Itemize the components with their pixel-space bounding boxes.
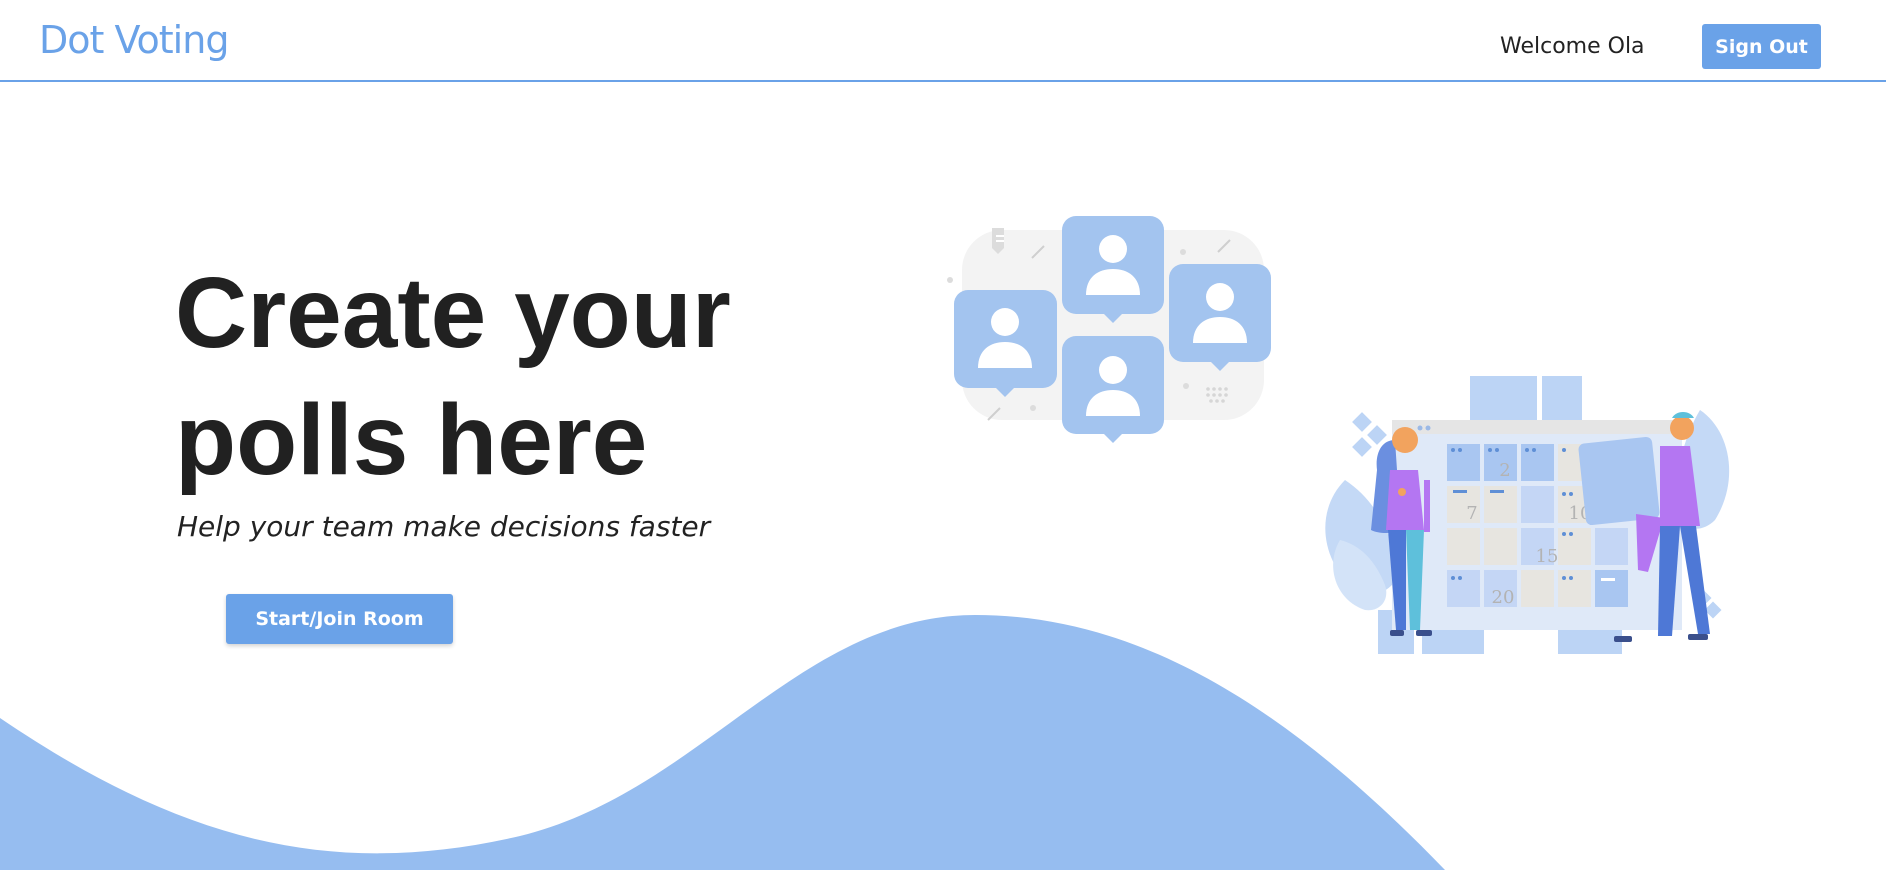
calendar-date-label: 15 — [1536, 546, 1559, 567]
calendar-planning-illustration: 2 7 10 15 20 — [1325, 376, 1730, 654]
calendar-date-label: 7 — [1466, 503, 1477, 524]
landing-page: Dot Voting Welcome Ola Sign Out Create y… — [0, 0, 1886, 870]
calendar-date-label: 2 — [1499, 460, 1510, 481]
calendar-date-label: 20 — [1492, 587, 1515, 608]
